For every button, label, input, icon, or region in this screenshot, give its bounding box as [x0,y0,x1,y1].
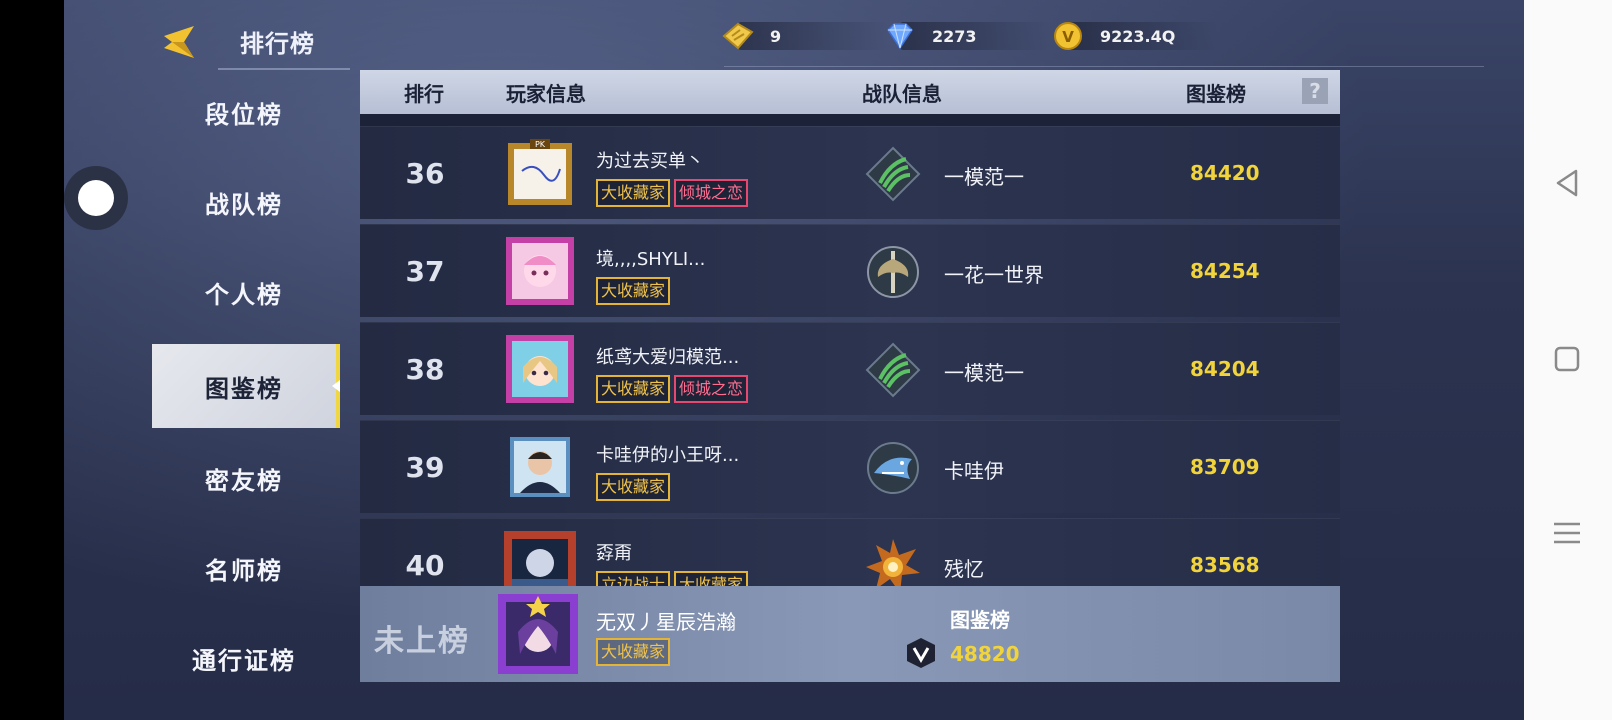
header-rank: 排行 [404,82,444,106]
shark-icon[interactable] [864,439,922,497]
my-score-label: 图鉴榜 [950,608,1010,632]
table-row[interactable]: 39 卡哇伊的小王呀... 大收藏家 卡哇伊 83709 [360,420,1340,513]
v-shield-icon [907,638,935,668]
diamond-count: 2273 [932,26,977,46]
sidebar-item-rank[interactable]: 段位榜 [152,70,336,154]
badge-warrior: 立边战士 [596,571,671,586]
avatar-purple-hair-icon[interactable] [496,592,580,676]
player-badges: 大收藏家 [596,277,671,305]
player-badges: 立边战士 大收藏家 [596,571,749,586]
badge-collector: 大收藏家 [596,375,671,403]
table-header: 排行 玩家信息 战队信息 图鉴榜 ? [360,70,1340,114]
ticket-count: 9 [770,26,782,46]
score-value: 84420 [1190,161,1260,185]
table-row[interactable]: 38 纸鸢大爱归模范... 大收藏家 倾城之恋 一模范一 84204 [360,322,1340,415]
avatar-photo-boy-icon[interactable] [504,431,576,503]
player-name: 为过去买单丶 [596,151,704,172]
badge-love: 倾城之恋 [674,375,749,403]
rank-number: 38 [405,353,445,386]
coin-count: 9223.4Q [1100,26,1176,46]
ranking-list[interactable]: 36 PK 为过去买单丶 大收藏家 倾城之恋 一模范一 84420 37 境,,… [360,126,1340,586]
my-badges: 大收藏家 [596,638,671,666]
team-name: 一花一世界 [944,263,1044,287]
avatar-moon-icon[interactable] [504,529,576,586]
currency-coin[interactable]: V 9223.4Q [1048,20,1218,52]
badge-collector: 大收藏家 [674,571,749,586]
diamond-icon [887,23,913,50]
svg-text:PK: PK [535,140,546,149]
player-badges: 大收藏家 [596,473,671,501]
badge-collector: 大收藏家 [596,473,671,501]
player-name: 卡哇伊的小王呀... [596,445,740,466]
avatar-anime-girl-icon[interactable] [504,235,576,307]
system-nav-bar [1524,0,1612,720]
header-score: 图鉴榜 [1186,82,1246,106]
sidebar-item-team[interactable]: 战队榜 [152,160,336,244]
nav-back-icon[interactable] [1550,166,1584,200]
score-value: 84254 [1190,259,1260,283]
coin-icon: V [1054,22,1082,50]
team-name: 卡哇伊 [944,459,1004,483]
sidebar-item-collection[interactable]: 图鉴榜 [152,344,340,428]
my-rank-row: 未上榜 无双丿星辰浩瀚 大收藏家 图鉴榜 48820 [360,586,1340,682]
nav-menu-icon[interactable] [1550,516,1584,550]
gold-ticket-icon [722,22,754,50]
rank-number: 37 [405,255,445,288]
sidebar-item-mentor[interactable]: 名师榜 [152,526,336,610]
badge-love: 倾城之恋 [674,179,749,207]
svg-text:V: V [1062,28,1074,46]
back-arrow-icon[interactable] [160,22,200,62]
sidebar-item-personal[interactable]: 个人榜 [152,250,336,334]
rank-number: 39 [405,451,445,484]
header-player: 玩家信息 [506,82,586,106]
header-team: 战队信息 [862,82,942,106]
page-title: 排行榜 [240,30,315,58]
rank-number: 40 [405,549,445,582]
top-divider [724,66,1484,67]
currency-diamond[interactable]: 2273 [880,20,1050,52]
unranked-label: 未上榜 [374,624,470,659]
game-screen: 排行榜 9 2273 V 9223.4Q 段位榜 战队榜 个人榜 图鉴榜 密友榜… [64,0,1524,720]
avatar-pk-frame-icon[interactable]: PK [504,137,576,209]
sidebar-item-pass[interactable]: 通行证榜 [152,616,336,700]
help-icon[interactable]: ? [1302,78,1328,104]
avatar-blonde-girl-icon[interactable] [504,333,576,405]
sidebar-item-friends[interactable]: 密友榜 [152,436,336,520]
badge-collector: 大收藏家 [596,179,671,207]
player-badges: 大收藏家 倾城之恋 [596,179,749,207]
nav-home-icon[interactable] [1550,342,1584,376]
team-name: 一模范一 [944,361,1024,385]
score-value: 83709 [1190,455,1260,479]
player-badges: 大收藏家 倾城之恋 [596,375,749,403]
table-row[interactable]: 40 孬甭 立边战士 大收藏家 残忆 83568 [360,518,1340,586]
silver-axe-icon[interactable] [864,243,922,301]
currency-ticket[interactable]: 9 [718,20,888,52]
player-name: 纸鸢大爱归模范... [596,347,740,368]
player-name: 境,,,,SHYLI... [596,249,706,270]
player-name: 孬甭 [596,543,632,564]
sun-emblem-icon[interactable] [864,537,922,586]
table-row[interactable]: 37 境,,,,SHYLI... 大收藏家 一花一世界 84254 [360,224,1340,317]
table-row[interactable]: 36 PK 为过去买单丶 大收藏家 倾城之恋 一模范一 84420 [360,126,1340,219]
score-value: 83568 [1190,553,1260,577]
rank-number: 36 [405,157,445,190]
team-name: 一模范一 [944,165,1024,189]
badge-collector: 大收藏家 [596,638,671,666]
team-name: 残忆 [944,557,984,581]
my-score-value: 48820 [950,642,1020,666]
green-claw-icon[interactable] [864,341,922,399]
header-shadow [360,114,1340,126]
floating-assist-button[interactable] [64,166,128,230]
green-claw-icon[interactable] [864,145,922,203]
badge-collector: 大收藏家 [596,277,671,305]
my-player-name: 无双丿星辰浩瀚 [596,610,736,634]
score-value: 84204 [1190,357,1260,381]
